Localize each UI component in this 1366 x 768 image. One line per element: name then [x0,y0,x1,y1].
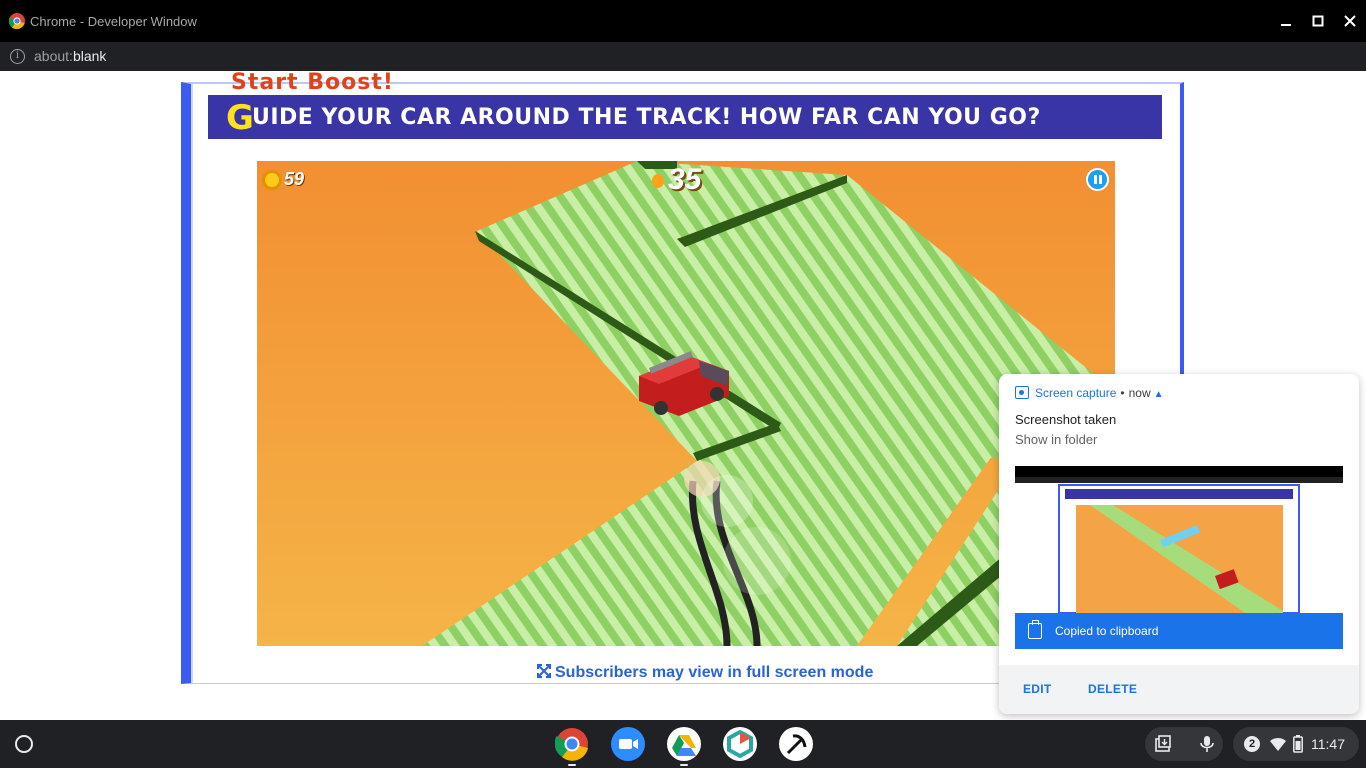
game-scene [257,161,1115,646]
banner-first-letter: G [226,98,254,138]
window-title: Chrome - Developer Window [30,14,197,29]
page-heading: Start Boost! [231,71,394,95]
title-bar: Chrome - Developer Window [0,0,1366,42]
chrome-running-indicator [568,764,576,766]
tray-holding-space [1145,727,1223,761]
screenshot-thumbnail[interactable] [1015,466,1343,613]
banner-text: uide your car around the track! How far … [252,105,1041,130]
game-canvas[interactable]: 59 35 [257,161,1115,646]
minimize-icon [1281,24,1291,26]
info-icon[interactable]: i [10,49,25,64]
score-value: 35 [668,163,702,196]
pickaxe-app-icon[interactable] [779,727,813,761]
photopea-app-icon[interactable] [723,727,757,761]
screenshot-notification[interactable]: Screen capture • now ▲ Screenshot taken Sho… [999,374,1359,714]
clipboard-check-icon [1028,620,1042,639]
score-display: 35 [652,163,701,197]
edit-button[interactable]: EDIT [1023,682,1052,696]
chrome-app-icon[interactable] [554,727,589,761]
coin-count: 59 [284,169,305,189]
wifi-icon [1270,737,1286,751]
clock: 11:47 [1311,736,1345,752]
coin-icon [262,170,282,191]
clipboard-label: Copied to clipboard [1055,624,1159,638]
notification-time: now [1128,386,1151,400]
notification-title: Screenshot taken [1015,412,1117,427]
chevron-up-icon[interactable]: ▲ [1154,389,1164,400]
clipboard-bar: Copied to clipboard [1015,613,1343,649]
close-icon [1344,15,1356,27]
zoom-app-icon[interactable] [611,727,645,761]
url-scheme: about: [34,48,73,64]
drive-app-icon[interactable] [667,727,701,761]
delete-button[interactable]: DELETE [1088,682,1137,696]
microphone-icon[interactable] [1199,735,1215,753]
show-in-folder-link[interactable]: Show in folder [1015,432,1097,447]
instruction-banner: G uide your car around the track! How fa… [208,95,1162,139]
maximize-icon [1312,15,1324,27]
header-separator: • [1120,386,1125,400]
close-button[interactable] [1339,10,1361,32]
holding-space-icon[interactable] [1154,735,1172,753]
notification-count-badge[interactable]: 2 [1244,736,1260,752]
minimize-button[interactable] [1275,10,1297,32]
thumbnail-image [1015,466,1343,613]
screen-capture-icon [1015,386,1029,399]
coin-counter: 59 [262,169,305,191]
notification-actions: EDIT DELETE [999,665,1359,714]
status-tray[interactable]: 2 11:47 [1233,727,1359,761]
fullscreen-link-label: Subscribers may view in full screen mode [555,664,874,681]
chrome-logo-icon [9,13,25,29]
notification-source: Screen capture [1035,386,1117,400]
shelf: 2 11:47 [0,720,1366,768]
address-bar[interactable]: i about:blank [0,42,1366,71]
score-marker-icon [652,174,664,189]
notification-header[interactable]: Screen capture • now ▲ [1015,386,1164,400]
drive-running-indicator [680,764,688,766]
expand-icon [537,664,551,678]
maximize-button[interactable] [1307,10,1329,32]
battery-icon [1293,735,1303,753]
launcher-button[interactable] [15,735,33,753]
frame-inner-border [191,84,193,683]
fullscreen-link[interactable]: Subscribers may view in full screen mode [537,664,873,682]
url-path: blank [72,48,107,64]
pause-button[interactable] [1086,168,1109,191]
url-text[interactable]: about:blank [34,48,106,64]
